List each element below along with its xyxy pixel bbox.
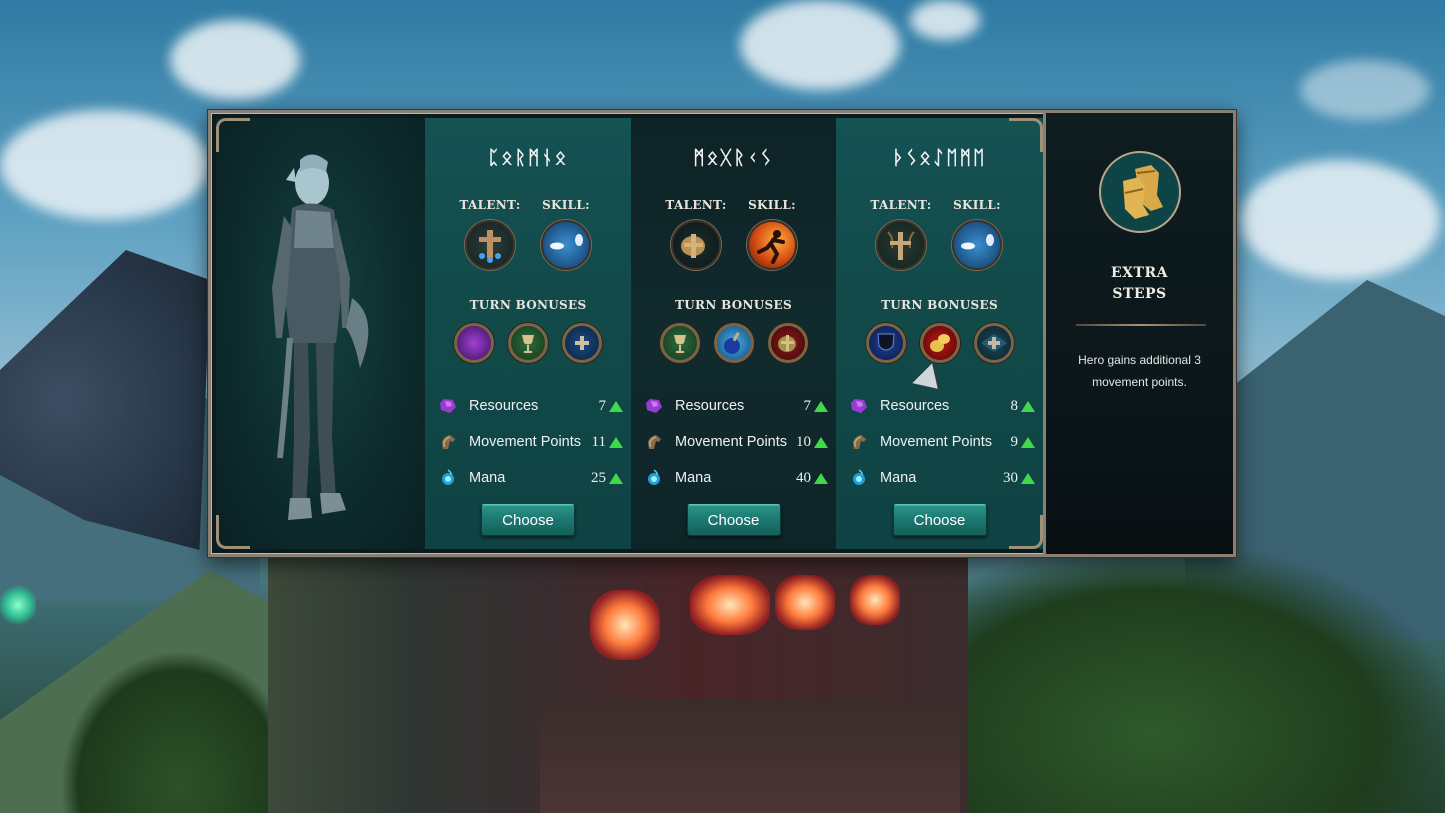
skill-label: SKILL:: [748, 198, 796, 212]
purple-gem-icon: [850, 397, 868, 415]
up-arrow-icon: [1021, 400, 1035, 412]
dark-shield-icon[interactable]: [865, 323, 906, 363]
trees: [60, 650, 300, 813]
stat-value: 9: [1010, 433, 1019, 450]
hero-stats: Resources 7 Movement Points 11 Mana 25: [439, 388, 625, 496]
tooltip-description: Hero gains additional 3 movement points.: [1078, 353, 1201, 389]
cloud: [170, 20, 300, 100]
up-arrow-icon: [814, 472, 828, 484]
up-arrow-icon: [609, 400, 623, 412]
skill-label: SKILL:: [953, 198, 1001, 212]
stat-value: 25: [591, 469, 606, 486]
up-arrow-icon: [814, 436, 828, 448]
flaming-runner-icon[interactable]: [747, 220, 797, 270]
hero-portrait-figure: [272, 154, 369, 520]
golden-boots-cross-icon[interactable]: [671, 220, 721, 270]
purple-gem-icon: [439, 397, 457, 415]
stat-row-mana: Mana 30: [850, 460, 1037, 496]
blue-potion-icon[interactable]: [713, 323, 754, 363]
stat-row-movement-points: Movement Points 9: [850, 424, 1037, 460]
turn-bonuses-label: TURN BONUSES: [675, 298, 792, 312]
skill-label: SKILL:: [542, 198, 590, 212]
blue-potion-cross-icon[interactable]: [562, 323, 602, 363]
talent-label: TALENT:: [665, 198, 727, 212]
stat-row-mana: Mana 40: [645, 460, 830, 496]
hero-column-1: ᛈᛟᚱᛗᚾᛟ TALENT: SKILL: TURN BONUSES Resou…: [425, 118, 631, 549]
hero-stats: Resources 7 Movement Points 10 Mana 40: [645, 388, 830, 496]
hero-column-2: ᛗᛟᚷᚱᚲᛊ TALENT: SKILL: TURN BONUSES Resou…: [631, 118, 836, 549]
up-arrow-icon: [609, 472, 623, 484]
up-arrow-icon: [814, 400, 828, 412]
tooltip-title: EXTRA STEPS: [1111, 265, 1168, 302]
holy-cross-drops-icon[interactable]: [465, 220, 515, 270]
cloud: [1300, 60, 1430, 120]
blue-scarab-icon[interactable]: [541, 220, 591, 270]
choose-button[interactable]: Choose: [686, 504, 781, 536]
hero-portrait-panel: [216, 118, 425, 549]
stat-value: 10: [796, 433, 811, 450]
stat-value: 11: [591, 433, 606, 450]
corner-ornament: [216, 118, 250, 152]
hero-name: ᛗᛟᚷᚱᚲᛊ: [693, 147, 774, 169]
stat-value: 7: [598, 397, 607, 414]
stat-row-movement-points: Movement Points 11: [439, 424, 625, 460]
mana-orb-icon: [850, 469, 868, 487]
cloud: [0, 110, 210, 220]
cloud: [910, 0, 980, 40]
hero-choice-area: ᛈᛟᚱᛗᚾᛟ TALENT: SKILL: TURN BONUSES Resou…: [216, 118, 1043, 549]
window-glow: [775, 575, 835, 630]
horse-head-icon: [850, 433, 868, 451]
hero-stats: Resources 8 Movement Points 9 Mana 30: [850, 388, 1037, 496]
hero-name: ᛈᛟᚱᛗᚾᛟ: [487, 147, 569, 169]
corner-ornament: [216, 515, 250, 549]
horse-head-icon: [645, 433, 663, 451]
turn-bonuses-label: TURN BONUSES: [469, 298, 587, 312]
tooltip-detail-panel: EXTRA STEPS Hero gains additional 3 move…: [1046, 113, 1233, 554]
hero-selection-dialog: ᛈᛟᚱᛗᚾᛟ TALENT: SKILL: TURN BONUSES Resou…: [208, 110, 1236, 557]
stat-value: 7: [803, 397, 812, 414]
choose-button[interactable]: Choose: [481, 504, 575, 536]
up-arrow-icon: [1021, 436, 1035, 448]
stat-row-mana: Mana 25: [439, 460, 625, 496]
cloud: [740, 0, 900, 90]
choose-button[interactable]: Choose: [892, 504, 987, 536]
divider: [1076, 324, 1206, 326]
window-glow: [690, 575, 770, 635]
tower-roof: [540, 700, 960, 813]
mana-orb-icon: [439, 469, 457, 487]
stat-value: 30: [1003, 469, 1018, 486]
stat-row-movement-points: Movement Points 10: [645, 424, 830, 460]
cloud: [1240, 160, 1440, 280]
turn-bonuses-label: TURN BONUSES: [881, 298, 998, 312]
horse-head-icon: [439, 433, 457, 451]
purple-scarab-icon[interactable]: [454, 323, 494, 363]
stat-row-resources: Resources 8: [850, 388, 1037, 424]
stat-row-resources: Resources 7: [645, 388, 830, 424]
blue-diamond-cross-icon[interactable]: [973, 323, 1014, 363]
golden-boots-red-icon[interactable]: [919, 323, 960, 363]
golden-boots-red-icon[interactable]: [767, 323, 808, 363]
hero-column-3: ᚦᛊᛟᛇᛖᛗᛖ TALENT: SKILL: TURN BONUSES Reso…: [836, 118, 1043, 549]
stat-row-resources: Resources 7: [439, 388, 625, 424]
window-glow: [590, 590, 660, 660]
up-arrow-icon: [609, 436, 623, 448]
stat-value: 40: [796, 469, 811, 486]
horned-warrior-cross-icon[interactable]: [876, 220, 926, 270]
stat-value: 8: [1010, 397, 1019, 414]
golden-chalice-wreath-icon[interactable]: [508, 323, 548, 363]
mana-orb-icon: [645, 469, 663, 487]
golden-boots-icon: [1099, 151, 1181, 233]
up-arrow-icon: [1021, 472, 1035, 484]
blue-scarab-icon[interactable]: [952, 220, 1002, 270]
golden-chalice-wreath-icon[interactable]: [659, 323, 700, 363]
talent-label: TALENT:: [459, 198, 521, 212]
talent-label: TALENT:: [870, 198, 932, 212]
purple-gem-icon: [645, 397, 663, 415]
magic-orb: [0, 585, 36, 625]
window-glow: [850, 575, 900, 625]
corner-ornament: [1009, 118, 1043, 152]
trees: [960, 550, 1445, 813]
corner-ornament: [1009, 515, 1043, 549]
